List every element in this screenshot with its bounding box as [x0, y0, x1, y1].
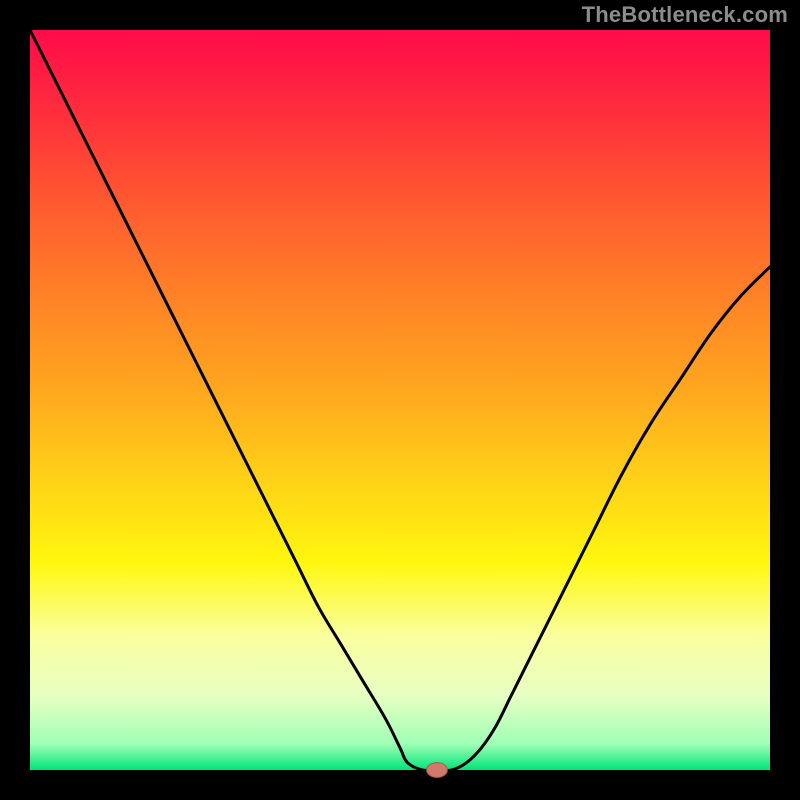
plot-background: [30, 30, 770, 770]
optimal-marker: [427, 763, 448, 778]
watermark-label: TheBottleneck.com: [582, 2, 788, 28]
bottleneck-chart: [0, 0, 800, 800]
chart-stage: { "watermark": "TheBottleneck.com", "col…: [0, 0, 800, 800]
